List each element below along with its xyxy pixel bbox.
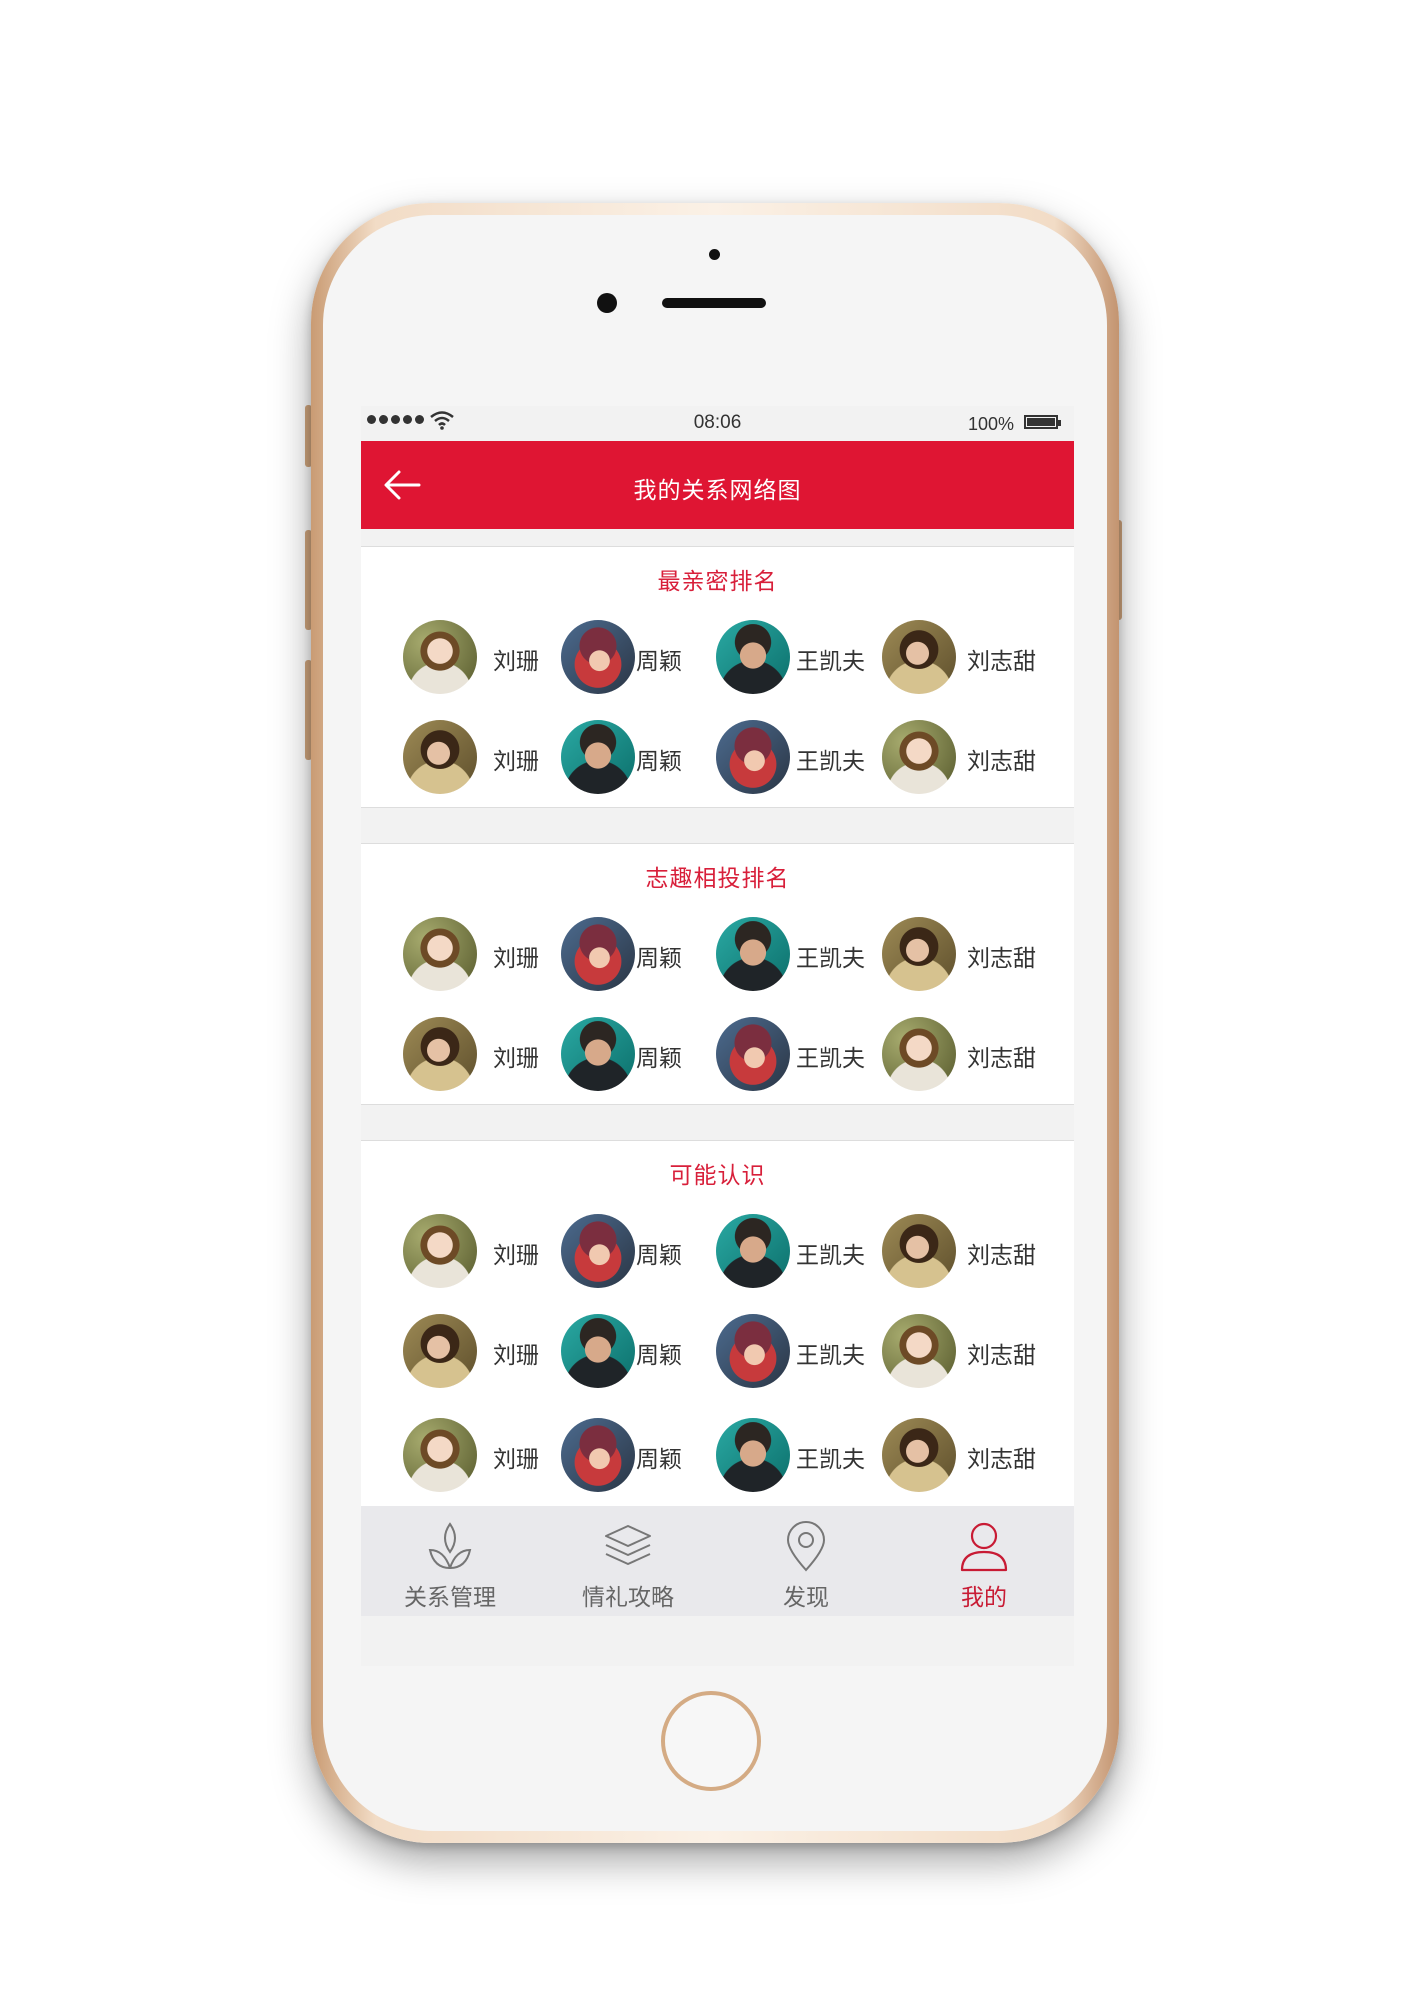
page-title: 我的关系网络图 xyxy=(633,478,802,504)
contact-name: 周颖 xyxy=(636,649,682,675)
app-screen: 08:06 100% 我的关系网络图 最亲密排名 刘珊 周颖 王凯夫 刘志甜 刘珊 周颖 王凯… xyxy=(361,406,1074,1666)
contact-name: 刘珊 xyxy=(493,1046,539,1072)
avatar xyxy=(716,1017,790,1091)
tab-label: 发现 xyxy=(783,1585,829,1611)
contact-name: 周颖 xyxy=(636,749,682,775)
battery-icon xyxy=(1024,415,1061,429)
tab-mine[interactable]: 我的 xyxy=(895,1506,1073,1616)
contact-name: 王凯夫 xyxy=(796,749,865,775)
contact-name: 王凯夫 xyxy=(796,1243,865,1269)
avatar xyxy=(716,620,790,694)
status-bar: 08:06 100% xyxy=(361,406,1074,441)
contact-name: 周颖 xyxy=(636,1046,682,1072)
avatar xyxy=(403,1418,477,1492)
contact-name: 周颖 xyxy=(636,1447,682,1473)
contact-name: 刘珊 xyxy=(493,1447,539,1473)
layers-icon xyxy=(605,1525,651,1565)
avatar xyxy=(882,1418,956,1492)
front-camera xyxy=(597,293,617,313)
contact-name: 刘志甜 xyxy=(967,1343,1036,1369)
contact-name: 刘珊 xyxy=(493,1243,539,1269)
ranking-section: 志趣相投排名 刘珊 周颖 王凯夫 刘志甜 刘珊 周颖 王凯夫 刘志甜 xyxy=(361,843,1074,1105)
avatar xyxy=(403,620,477,694)
contact-name: 刘志甜 xyxy=(967,1243,1036,1269)
avatar xyxy=(561,917,635,991)
avatar xyxy=(403,1314,477,1388)
leaf-icon xyxy=(428,1522,472,1570)
contact-name: 王凯夫 xyxy=(796,1046,865,1072)
bottom-tab-bar: 关系管理 情礼攻略 发现 我的 xyxy=(361,1506,1074,1616)
camera-dot xyxy=(709,249,720,260)
contact-name: 刘志甜 xyxy=(967,749,1036,775)
contact-name: 周颖 xyxy=(636,1243,682,1269)
section-title: 可能认识 xyxy=(669,1163,766,1189)
avatar xyxy=(882,1314,956,1388)
contact-name: 王凯夫 xyxy=(796,1343,865,1369)
avatar xyxy=(882,720,956,794)
contact-name: 王凯夫 xyxy=(796,946,865,972)
tab-label: 关系管理 xyxy=(404,1585,496,1611)
avatar xyxy=(716,1314,790,1388)
section-title: 最亲密排名 xyxy=(657,569,778,595)
battery-percent: 100% xyxy=(967,414,1014,434)
avatar xyxy=(561,1314,635,1388)
avatar xyxy=(716,1214,790,1288)
avatar xyxy=(403,1214,477,1288)
contact-name: 周颖 xyxy=(636,1343,682,1369)
contact-name: 刘志甜 xyxy=(967,1046,1036,1072)
ranking-section: 最亲密排名 刘珊 周颖 王凯夫 刘志甜 刘珊 周颖 王凯夫 刘志甜 xyxy=(361,546,1074,808)
tab-label: 我的 xyxy=(961,1585,1007,1611)
tab-relationship[interactable]: 关系管理 xyxy=(361,1506,539,1616)
avatar xyxy=(882,917,956,991)
avatar xyxy=(716,917,790,991)
tab-discover[interactable]: 发现 xyxy=(717,1506,895,1616)
avatar xyxy=(882,1214,956,1288)
tab-label: 情礼攻略 xyxy=(582,1585,674,1611)
avatar xyxy=(561,720,635,794)
ranking-section: 可能认识 刘珊 周颖 王凯夫 刘志甜 刘珊 周颖 王凯夫 刘志甜 刘珊 周颖 王凯夫 刘志甜 xyxy=(361,1140,1074,1520)
avatar xyxy=(882,620,956,694)
avatar xyxy=(882,1017,956,1091)
contact-name: 刘珊 xyxy=(493,1343,539,1369)
earpiece-speaker xyxy=(662,298,766,308)
user-icon xyxy=(960,1522,1008,1572)
home-button[interactable] xyxy=(661,1691,761,1791)
avatar xyxy=(403,917,477,991)
avatar xyxy=(716,720,790,794)
section-title: 志趣相投排名 xyxy=(645,866,790,892)
avatar xyxy=(716,1418,790,1492)
avatar xyxy=(561,620,635,694)
location-pin-icon xyxy=(786,1521,826,1572)
avatar xyxy=(403,1017,477,1091)
avatar xyxy=(561,1017,635,1091)
header-bar: 我的关系网络图 xyxy=(361,441,1074,529)
contact-name: 王凯夫 xyxy=(796,1447,865,1473)
tab-gift-guide[interactable]: 情礼攻略 xyxy=(539,1506,717,1616)
contact-name: 刘志甜 xyxy=(967,649,1036,675)
contact-name: 刘志甜 xyxy=(967,946,1036,972)
avatar xyxy=(561,1214,635,1288)
contact-name: 王凯夫 xyxy=(796,649,865,675)
contact-name: 周颖 xyxy=(636,946,682,972)
avatar xyxy=(561,1418,635,1492)
contact-name: 刘珊 xyxy=(493,946,539,972)
contact-name: 刘珊 xyxy=(493,749,539,775)
contact-name: 刘珊 xyxy=(493,649,539,675)
contact-name: 刘志甜 xyxy=(967,1447,1036,1473)
avatar xyxy=(403,720,477,794)
